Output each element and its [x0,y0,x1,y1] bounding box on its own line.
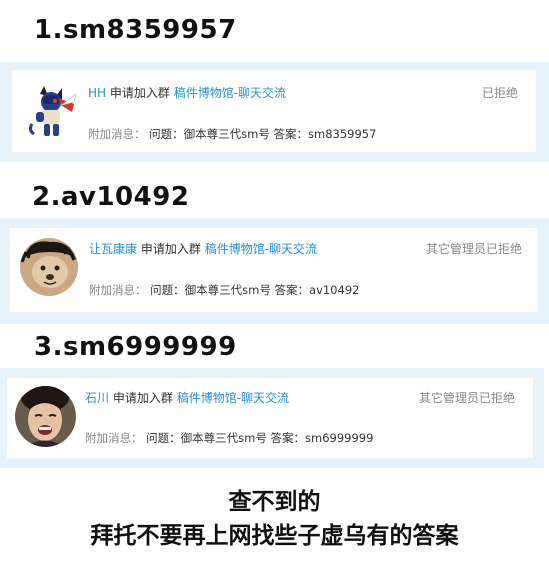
answer-text: sm8359957 [308,127,377,141]
question-label: 问题： [149,127,184,141]
pokemon-avatar-icon[interactable] [22,84,78,140]
caption-line-2: 拜托不要再上网找些子虚乌有的答案 [90,523,459,549]
question-label: 问题： [150,283,185,297]
answer-text: sm6999999 [305,431,374,445]
join-request-panel-3: 石川 申请加入群 稿件博物馆-聊天交流 其它管理员已拒绝 附加消息： 问题：御本… [0,368,544,468]
request-action-text: 申请加入群 [112,391,173,405]
caption-line-1: 查不到的 [228,489,321,515]
request-action-text: 申请加入群 [109,86,170,100]
section-1-heading: 1.sm8359957 [34,15,237,45]
requester-name-link[interactable]: HH [88,86,106,100]
request-status: 已拒绝 [481,86,518,100]
extra-message-line: 附加消息： 问题：御本尊三代sm号 答案：sm6999999 [85,430,373,446]
extra-message-label: 附加消息： [89,283,147,297]
question-text: 御本尊三代sm号 [184,283,271,297]
answer-label: 答案： [273,127,309,141]
question-text: 御本尊三代sm号 [183,127,270,141]
join-request-panel-1: HH 申请加入群 稿件博物馆-聊天交流 已拒绝 附加消息： 问题：御本尊三代sm… [0,62,549,162]
question-label: 问题： [146,431,181,445]
extra-message-label: 附加消息： [85,431,143,445]
request-status: 其它管理员已拒绝 [425,242,522,256]
section-2-heading: 2.av10492 [32,182,190,212]
join-request-card-2: 让瓦康康 申请加入群 稿件博物馆-聊天交流 其它管理员已拒绝 附加消息： 问题：… [10,228,538,312]
group-name-link[interactable]: 稿件博物馆-聊天交流 [177,391,289,405]
request-line-2: 让瓦康康 申请加入群 稿件博物馆-聊天交流 [89,241,317,257]
person-avatar-icon[interactable] [15,386,76,447]
question-text: 御本尊三代sm号 [180,431,267,445]
extra-message-label: 附加消息： [88,127,146,141]
join-request-card-1: HH 申请加入群 稿件博物馆-聊天交流 已拒绝 附加消息： 问题：御本尊三代sm… [12,70,536,152]
answer-label: 答案： [270,431,306,445]
extra-message-line: 附加消息： 问题：御本尊三代sm号 答案：av10492 [89,282,359,298]
section-3-heading: 3.sm6999999 [34,332,237,362]
extra-message-line: 附加消息： 问题：御本尊三代sm号 答案：sm8359957 [88,126,376,142]
join-request-card-3: 石川 申请加入群 稿件博物馆-聊天交流 其它管理员已拒绝 附加消息： 问题：御本… [7,378,533,458]
request-line-3: 石川 申请加入群 稿件博物馆-聊天交流 [85,390,289,406]
group-name-link[interactable]: 稿件博物馆-聊天交流 [205,242,317,256]
join-request-panel-2: 让瓦康康 申请加入群 稿件博物馆-聊天交流 其它管理员已拒绝 附加消息： 问题：… [0,218,549,324]
request-line-1: HH 申请加入群 稿件博物馆-聊天交流 [88,85,286,101]
answer-label: 答案： [274,283,310,297]
answer-text: av10492 [309,283,360,297]
requester-name-link[interactable]: 石川 [85,391,109,405]
request-action-text: 申请加入群 [140,242,201,256]
request-status: 其它管理员已拒绝 [418,391,515,405]
group-name-link[interactable]: 稿件博物馆-聊天交流 [174,86,286,100]
dog-avatar-icon[interactable] [20,238,78,296]
requester-name-link[interactable]: 让瓦康康 [89,242,137,256]
